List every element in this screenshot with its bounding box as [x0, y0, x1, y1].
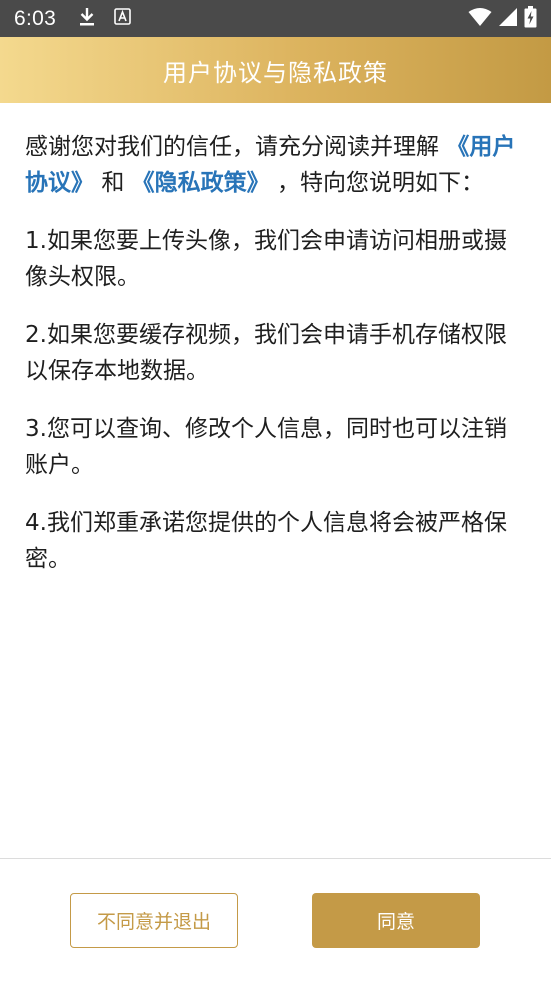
and-text: 和: [101, 170, 125, 196]
status-system-icons: [468, 5, 537, 32]
privacy-policy-link[interactable]: 《隐私政策》: [132, 170, 270, 196]
keyboard-a-icon: [114, 8, 131, 29]
dialog-footer: 不同意并退出 同意: [0, 859, 551, 981]
disagree-exit-button[interactable]: 不同意并退出: [70, 893, 238, 948]
status-time: 6:03: [14, 6, 57, 30]
intro-paragraph: 感谢您对我们的信任，请充分阅读并理解 《用户协议》 和 《隐私政策》 ，特向您说…: [25, 129, 527, 201]
status-notification-icons: [78, 7, 131, 31]
download-icon: [78, 7, 96, 31]
list-item: 2.如果您要缓存视频，我们会申请手机存储权限以保存本地数据。: [25, 322, 507, 384]
list-item: 3.您可以查询、修改个人信息，同时也可以注销账户。: [25, 416, 507, 478]
agreement-content: 感谢您对我们的信任，请充分阅读并理解 《用户协议》 和 《隐私政策》 ，特向您说…: [0, 103, 551, 858]
list-item: 4.我们郑重承诺您提供的个人信息将会被严格保密。: [25, 510, 507, 572]
wifi-icon: [468, 7, 492, 31]
intro-suffix: ，特向您说明如下：: [276, 170, 484, 196]
list-item: 1.如果您要上传头像，我们会申请访问相册或摄像头权限。: [25, 228, 507, 290]
status-bar: 6:03: [0, 0, 551, 37]
battery-charging-icon: [524, 5, 537, 32]
intro-prefix: 感谢您对我们的信任，请充分阅读并理解: [25, 134, 439, 160]
signal-icon: [498, 7, 518, 31]
agree-button[interactable]: 同意: [312, 893, 480, 948]
page-title: 用户协议与隐私政策: [163, 58, 388, 87]
dialog-header: 用户协议与隐私政策: [0, 37, 551, 103]
